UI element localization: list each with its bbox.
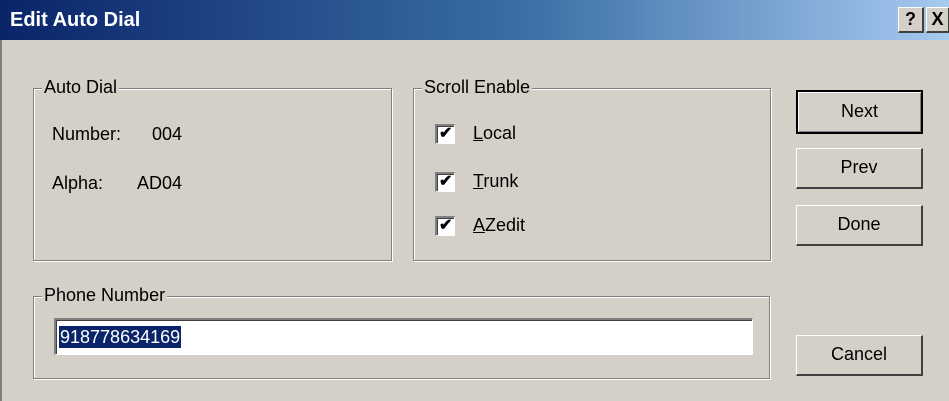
local-checkbox-box[interactable]: ✔	[435, 124, 455, 144]
scroll-enable-group: Scroll Enable	[413, 77, 771, 261]
azedit-label[interactable]: AZedit	[473, 215, 525, 236]
window-title: Edit Auto Dial	[10, 9, 141, 31]
phone-number-input[interactable]: 918778634169	[54, 318, 753, 355]
auto-dial-legend: Auto Dial	[42, 77, 120, 98]
checkmark-icon: ✔	[439, 173, 453, 190]
help-button[interactable]: ?	[898, 7, 924, 33]
window-border	[0, 40, 2, 401]
cancel-button[interactable]: Cancel	[796, 335, 923, 376]
azedit-checkbox-box[interactable]: ✔	[435, 216, 455, 236]
azedit-label-rest: Zedit	[485, 215, 526, 235]
number-label: Number:	[52, 124, 122, 144]
trunk-label-rest: runk	[483, 171, 519, 191]
trunk-checkbox-box[interactable]: ✔	[435, 172, 455, 192]
phone-number-selected-text: 918778634169	[59, 326, 182, 348]
alpha-label: Alpha:	[52, 173, 104, 193]
close-button[interactable]: X	[926, 7, 949, 33]
number-value: 004	[152, 124, 183, 144]
title-bar[interactable]: Edit Auto Dial ? X	[0, 0, 949, 40]
done-button[interactable]: Done	[796, 205, 923, 246]
alpha-value: AD04	[137, 173, 183, 193]
trunk-mnemonic: T	[473, 171, 484, 191]
checkmark-icon: ✔	[439, 125, 453, 142]
phone-number-legend: Phone Number	[42, 285, 168, 306]
trunk-label[interactable]: Trunk	[473, 171, 518, 192]
scroll-enable-legend: Scroll Enable	[422, 77, 533, 98]
local-label[interactable]: Local	[473, 123, 516, 144]
edit-auto-dial-dialog: Edit Auto Dial ? X Auto Dial Number: 004…	[0, 0, 949, 401]
local-label-rest: ocal	[483, 123, 517, 143]
prev-button[interactable]: Prev	[796, 148, 923, 189]
checkmark-icon: ✔	[439, 217, 453, 234]
next-button[interactable]: Next	[796, 90, 923, 134]
azedit-mnemonic: A	[473, 215, 486, 235]
local-mnemonic: L	[473, 123, 484, 143]
